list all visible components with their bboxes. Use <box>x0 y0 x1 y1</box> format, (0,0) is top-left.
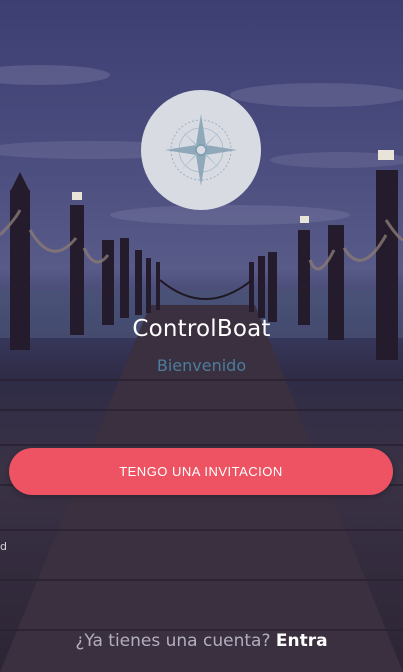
have-invitation-button-label: TENGO UNA INVITACION <box>119 464 283 479</box>
welcome-screen: ControlBoat Bienvenido TENGO UNA INVITAC… <box>0 0 403 672</box>
login-prompt-text: ¿Ya tienes una cuenta? <box>75 631 271 651</box>
clipped-edge-text: d <box>0 540 7 553</box>
have-invitation-button[interactable]: TENGO UNA INVITACION <box>9 448 393 495</box>
compass-rose-icon <box>165 114 237 186</box>
logo-circle <box>141 90 261 210</box>
login-link[interactable]: Entra <box>276 631 328 651</box>
welcome-subtitle: Bienvenido <box>156 356 247 375</box>
app-title: ControlBoat <box>132 316 271 342</box>
login-prompt-row: ¿Ya tienes una cuenta? Entra <box>0 631 403 651</box>
